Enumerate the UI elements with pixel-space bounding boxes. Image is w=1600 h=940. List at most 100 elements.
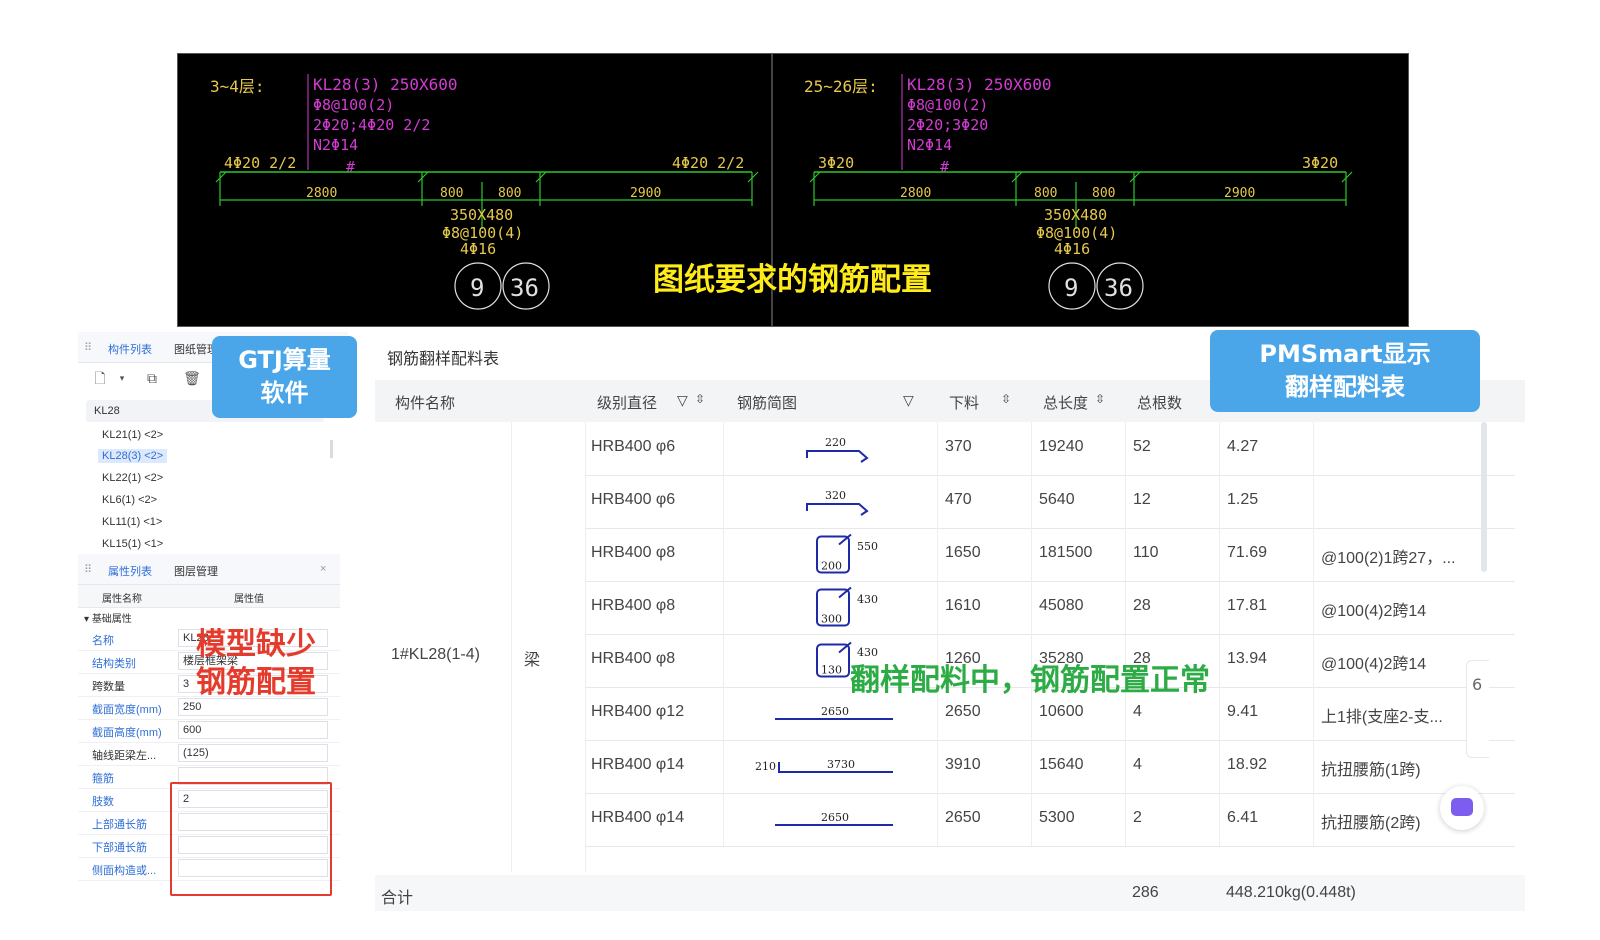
cad-left-span3: 800	[498, 186, 521, 201]
column-divider	[937, 793, 938, 846]
table-row[interactable]: HRB400 φ8 1610 45080 28 17.81 @100(4)2跨14 430 3…	[585, 581, 1515, 635]
cell-weight: 13.94	[1227, 650, 1268, 667]
tab-component-list[interactable]: 构件列表	[108, 341, 152, 357]
cad-left-side: N2Φ14	[313, 136, 358, 154]
shape-dimension: 430	[857, 593, 878, 606]
prop-value-field[interactable]: (125)	[178, 744, 328, 762]
table-row[interactable]: HRB400 φ6 370 19240 52 4.27 220	[585, 422, 1515, 476]
shape-dimension: 2650	[821, 705, 849, 718]
component-item[interactable]: KL11(1) <1>	[98, 515, 166, 529]
column-divider	[1219, 740, 1220, 793]
component-name: 1#KL28(1-4)	[391, 646, 480, 663]
rebar-shape-sketch: 430 300	[816, 586, 878, 627]
cad-right-topbars: 2Φ20;3Φ20	[907, 116, 988, 134]
th-total[interactable]: 总长度	[1043, 392, 1088, 413]
cad-right-colsize: 350X480	[1044, 206, 1107, 224]
cad-right-side: N2Φ14	[907, 136, 952, 154]
footer-count: 286	[1132, 884, 1159, 901]
column-divider	[1219, 581, 1220, 634]
filter-icon[interactable]: ▽	[903, 392, 914, 409]
rebar-shape-sketch: 2650	[775, 811, 893, 826]
table-row[interactable]: HRB400 φ14 2650 5300 2 6.41 抗扭腰筋(2跨) 2650	[585, 793, 1515, 847]
cad-left-span1: 2800	[306, 186, 337, 201]
column-divider	[1313, 581, 1314, 634]
column-divider	[1313, 422, 1314, 475]
column-divider	[1125, 793, 1126, 846]
prop-name: 结构类别	[92, 658, 136, 670]
cad-right-span2: 800	[1034, 186, 1057, 201]
column-divider	[723, 793, 724, 846]
rebar-shape-sketch: 550 200	[816, 533, 878, 574]
chevron-down-icon[interactable]: ▾	[112, 368, 132, 388]
group-basic-props[interactable]: ▾ 基础属性	[84, 610, 132, 625]
merged-type-cell: 梁	[511, 422, 586, 872]
column-divider	[1031, 422, 1032, 475]
sort-icon[interactable]: ⇳	[1095, 392, 1105, 406]
prop-name: 截面高度(mm)	[92, 727, 162, 739]
delete-icon[interactable]: 🗑	[182, 368, 202, 388]
column-divider	[1031, 740, 1032, 793]
new-file-icon[interactable]: 🗋	[90, 368, 110, 388]
sort-icon[interactable]: ⇳	[695, 392, 705, 406]
column-divider	[1125, 581, 1126, 634]
column-divider	[1313, 687, 1314, 740]
column-divider	[1031, 793, 1032, 846]
shape-dimension-2: 130	[821, 664, 842, 677]
table-scrollbar[interactable]	[1481, 422, 1487, 572]
tab-property-list[interactable]: 属性列表	[108, 563, 152, 579]
component-item[interactable]: KL22(1) <2>	[98, 471, 167, 485]
column-divider	[1219, 475, 1220, 528]
shape-dimension: 550	[857, 540, 878, 553]
rebar-shape-sketch: 220	[806, 436, 869, 463]
column-divider	[1031, 475, 1032, 528]
cell-cut: 2650	[945, 809, 981, 826]
col-prop-name: 属性名称	[102, 594, 142, 605]
sort-icon[interactable]: ⇳	[1001, 392, 1011, 406]
column-divider	[1125, 740, 1126, 793]
drag-grip-icon[interactable]: ⠿	[84, 563, 92, 576]
drag-grip-icon[interactable]: ⠿	[84, 341, 92, 354]
prop-value-field[interactable]: 600	[178, 721, 328, 739]
column-divider	[723, 422, 724, 475]
cell-note: 上1排(支座2-支...	[1321, 709, 1443, 726]
cell-grade: HRB400 φ12	[591, 703, 685, 720]
prop-name: 下部通长筋	[92, 842, 147, 854]
cad-left-support-l: 4Φ20 2/2	[224, 154, 296, 172]
cad-left-span4: 2900	[630, 186, 661, 201]
cell-note: 抗扭腰筋(1跨)	[1321, 762, 1421, 779]
cell-cut: 2650	[945, 703, 981, 720]
cad-left-span2: 800	[440, 186, 463, 201]
rebar-shape-sketch: 210 3730	[755, 758, 893, 773]
missing-highlight-box	[170, 782, 332, 896]
component-item[interactable]: KL6(1) <2>	[98, 493, 161, 507]
table-row[interactable]: HRB400 φ6 470 5640 12 1.25 320	[585, 475, 1515, 529]
normal-label: 翻样配料中，钢筋配置正常	[850, 663, 1210, 698]
th-count[interactable]: 总根数	[1137, 392, 1182, 413]
side-tool-tab[interactable]: 6	[1466, 660, 1489, 758]
column-divider	[1219, 422, 1220, 475]
cell-total: 5640	[1039, 491, 1075, 508]
cell-total: 5300	[1039, 809, 1075, 826]
shape-dimension-2: 300	[821, 613, 842, 626]
component-item-selected[interactable]: KL28(3) <2>	[98, 449, 168, 463]
column-divider	[723, 581, 724, 634]
cell-total: 45080	[1039, 597, 1084, 614]
column-divider	[1125, 475, 1126, 528]
cell-cut: 1610	[945, 597, 981, 614]
table-row[interactable]: HRB400 φ8 1650 181500 110 71.69 @100(2)1跨27，.…	[585, 528, 1515, 582]
close-icon[interactable]: ×	[320, 563, 326, 575]
th-cut[interactable]: 下料	[949, 392, 979, 413]
copy-icon[interactable]: ⧉	[142, 368, 162, 388]
chat-button[interactable]	[1440, 786, 1484, 830]
column-divider	[723, 687, 724, 740]
filter-icon[interactable]: ▽	[677, 392, 688, 409]
column-divider	[1313, 634, 1314, 687]
component-item[interactable]: KL15(1) <1>	[98, 537, 167, 551]
column-divider	[1313, 475, 1314, 528]
tab-layer-manage[interactable]: 图层管理	[174, 563, 218, 579]
list-scrollbar[interactable]	[330, 440, 333, 458]
cad-right-span4: 2900	[1224, 186, 1255, 201]
table-row[interactable]: HRB400 φ14 3910 15640 4 18.92 抗扭腰筋(1跨) 210 3730	[585, 740, 1515, 794]
th-grade[interactable]: 级别直径	[597, 392, 657, 413]
component-item[interactable]: KL21(1) <2>	[98, 428, 167, 442]
